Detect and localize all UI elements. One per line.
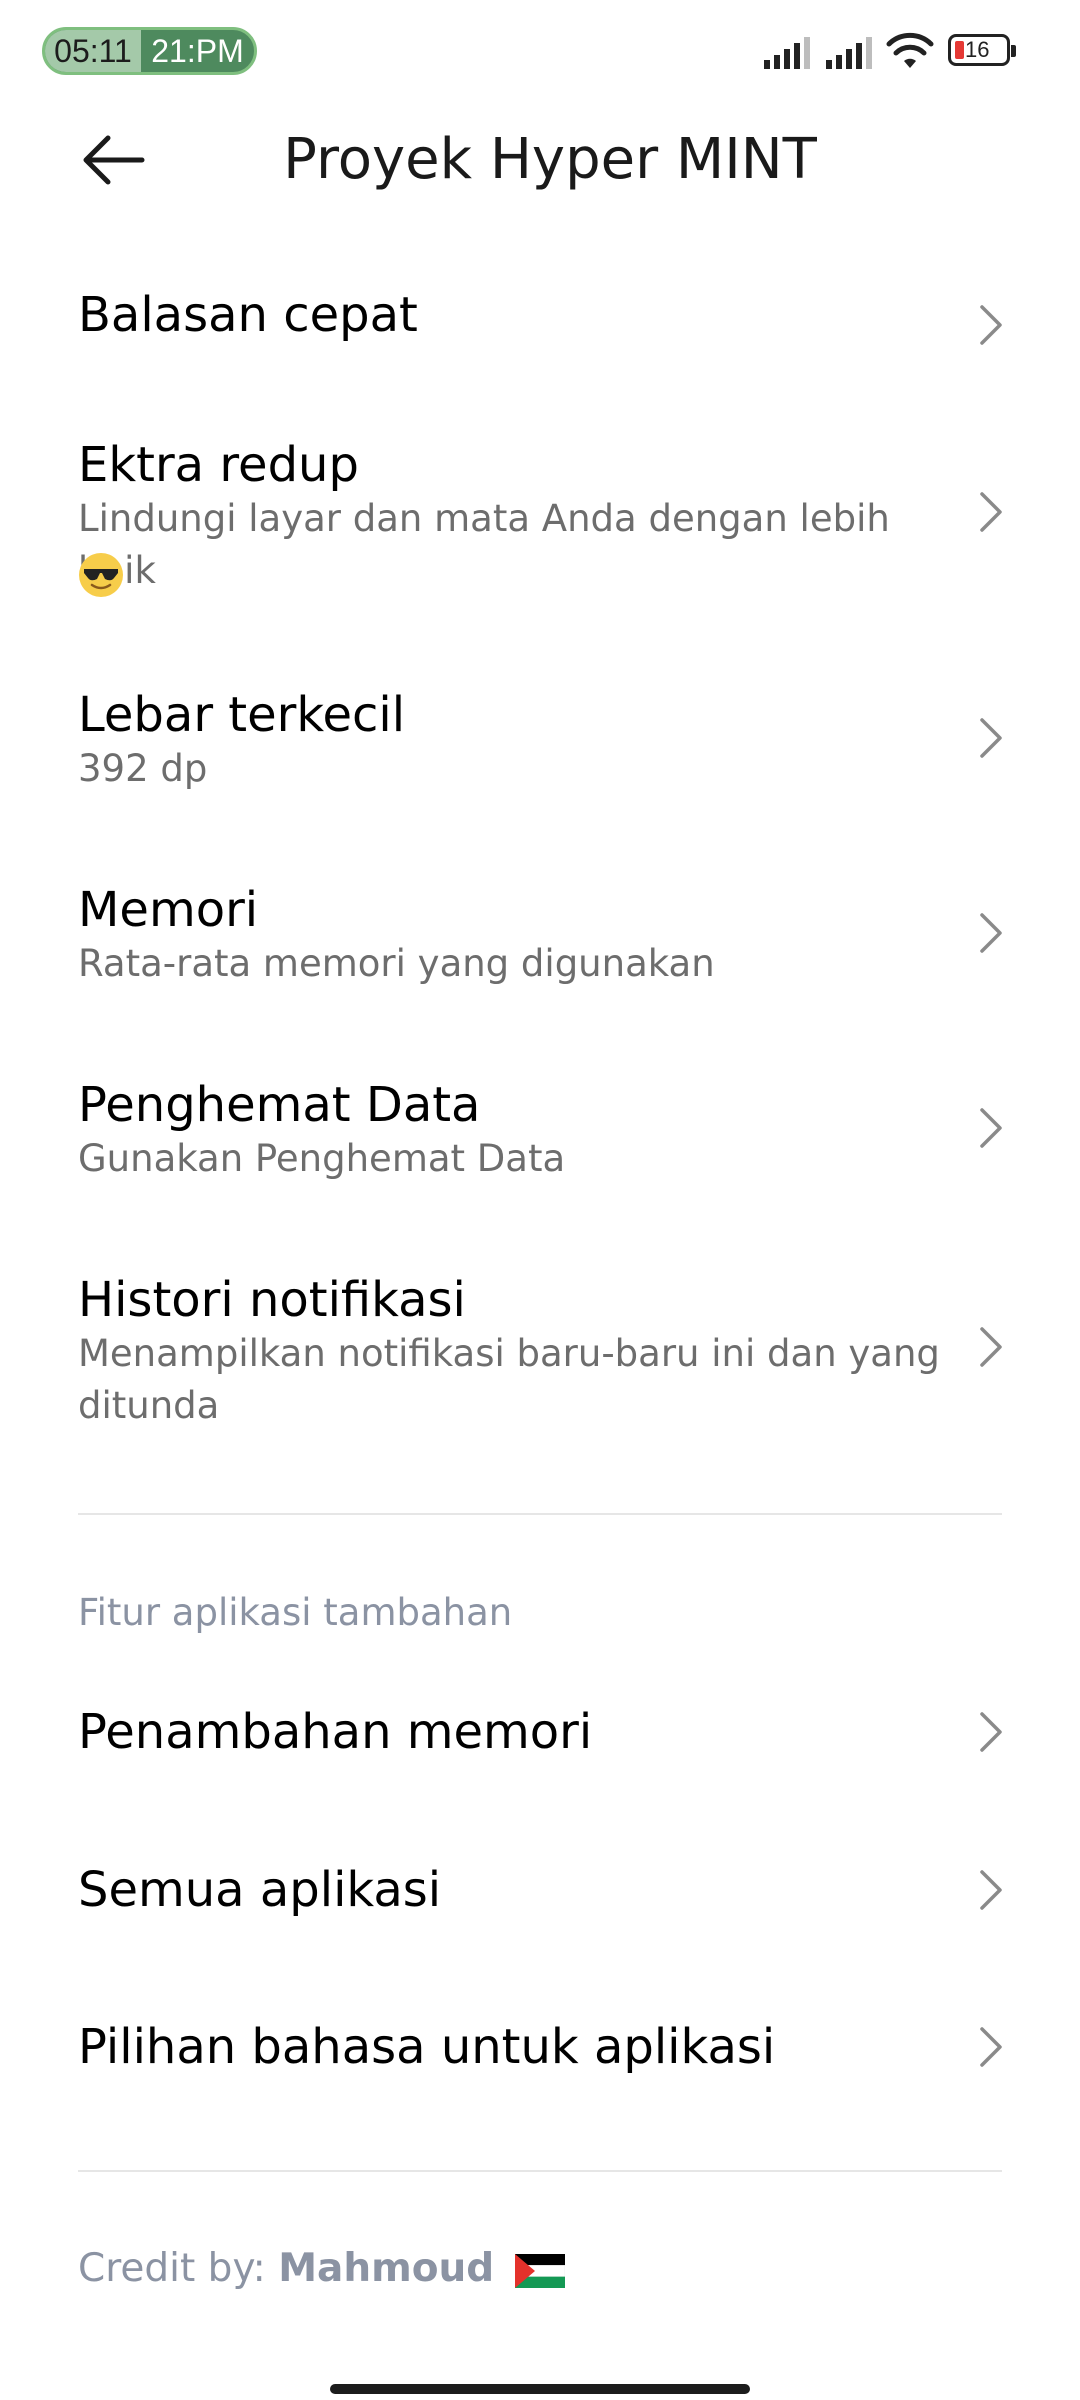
- item-subtitle: Menampilkan notifikasi baru-baru ini dan…: [78, 1332, 940, 1427]
- battery-icon: 16: [948, 34, 1016, 66]
- sunglasses-emoji-icon: [79, 553, 123, 597]
- chevron-right-icon: [980, 1712, 1002, 1752]
- list-item-memori[interactable]: Memori Rata-rata memori yang digunakan: [0, 855, 1080, 1025]
- list-item-pilihan-bahasa[interactable]: Pilihan bahasa untuk aplikasi: [0, 1975, 1080, 2115]
- chevron-right-icon: [980, 718, 1002, 758]
- chevron-right-icon: [980, 305, 1002, 345]
- chevron-right-icon: [980, 2027, 1002, 2067]
- section-header: Fitur aplikasi tambahan: [78, 1591, 513, 1634]
- item-title: Balasan cepat: [78, 287, 418, 343]
- credit-name: Mahmoud: [278, 2246, 495, 2291]
- item-title: Histori notifikasi: [78, 1272, 466, 1328]
- item-title: Pilihan bahasa untuk aplikasi: [78, 2019, 776, 2075]
- item-title: Ektra redup: [78, 437, 359, 493]
- item-subtitle: Rata-rata memori yang digunakan: [78, 942, 715, 985]
- item-subtitle: Gunakan Penghemat Data: [78, 1137, 566, 1180]
- list-item-penghemat-data[interactable]: Penghemat Data Gunakan Penghemat Data: [0, 1050, 1080, 1220]
- list-item-histori-notifikasi[interactable]: Histori notifikasi Menampilkan notifikas…: [0, 1245, 1080, 1465]
- list-item-balasan-cepat[interactable]: Balasan cepat: [0, 260, 1080, 390]
- divider: [78, 2170, 1002, 2172]
- wifi-icon: [886, 32, 934, 68]
- list-item-lebar-terkecil[interactable]: Lebar terkecil 392 dp: [0, 660, 1080, 830]
- list-item-ektra-redup[interactable]: Ektra redup Lindungi layar dan mata Anda…: [0, 410, 1080, 630]
- item-title: Memori: [78, 882, 259, 938]
- home-indicator[interactable]: [330, 2384, 750, 2394]
- chevron-right-icon: [980, 492, 1002, 532]
- item-title: Lebar terkecil: [78, 687, 406, 743]
- item-subtitle: Lindungi layar dan mata Anda dengan lebi…: [78, 497, 890, 592]
- divider: [78, 1513, 1002, 1515]
- list-item-penambahan-memori[interactable]: Penambahan memori: [0, 1660, 1080, 1800]
- item-title: Semua aplikasi: [78, 1862, 442, 1918]
- status-time-secondary: 21:PM: [151, 33, 244, 69]
- status-clock-pill: 05:11 21:PM: [42, 27, 257, 75]
- cell-signal-icon: [764, 37, 810, 69]
- battery-level: 16: [965, 37, 990, 62]
- palestine-flag-icon: [514, 2253, 565, 2288]
- item-subtitle: 392 dp: [78, 747, 208, 790]
- chevron-right-icon: [980, 913, 1002, 953]
- item-title: Penambahan memori: [78, 1704, 593, 1760]
- status-bar: 05:11 21:PM 16: [0, 0, 1080, 100]
- chevron-right-icon: [980, 1108, 1002, 1148]
- item-title: Penghemat Data: [78, 1077, 481, 1133]
- chevron-right-icon: [980, 1870, 1002, 1910]
- status-time-primary: 05:11: [45, 30, 141, 72]
- credit-prefix: Credit by:: [78, 2246, 279, 2291]
- page-title: Proyek Hyper MINT: [283, 127, 817, 192]
- cell-signal-2-icon: [826, 37, 872, 69]
- chevron-right-icon: [980, 1327, 1002, 1367]
- list-item-semua-aplikasi[interactable]: Semua aplikasi: [0, 1818, 1080, 1958]
- credit-text: Credit by: Mahmoud: [78, 2242, 565, 2296]
